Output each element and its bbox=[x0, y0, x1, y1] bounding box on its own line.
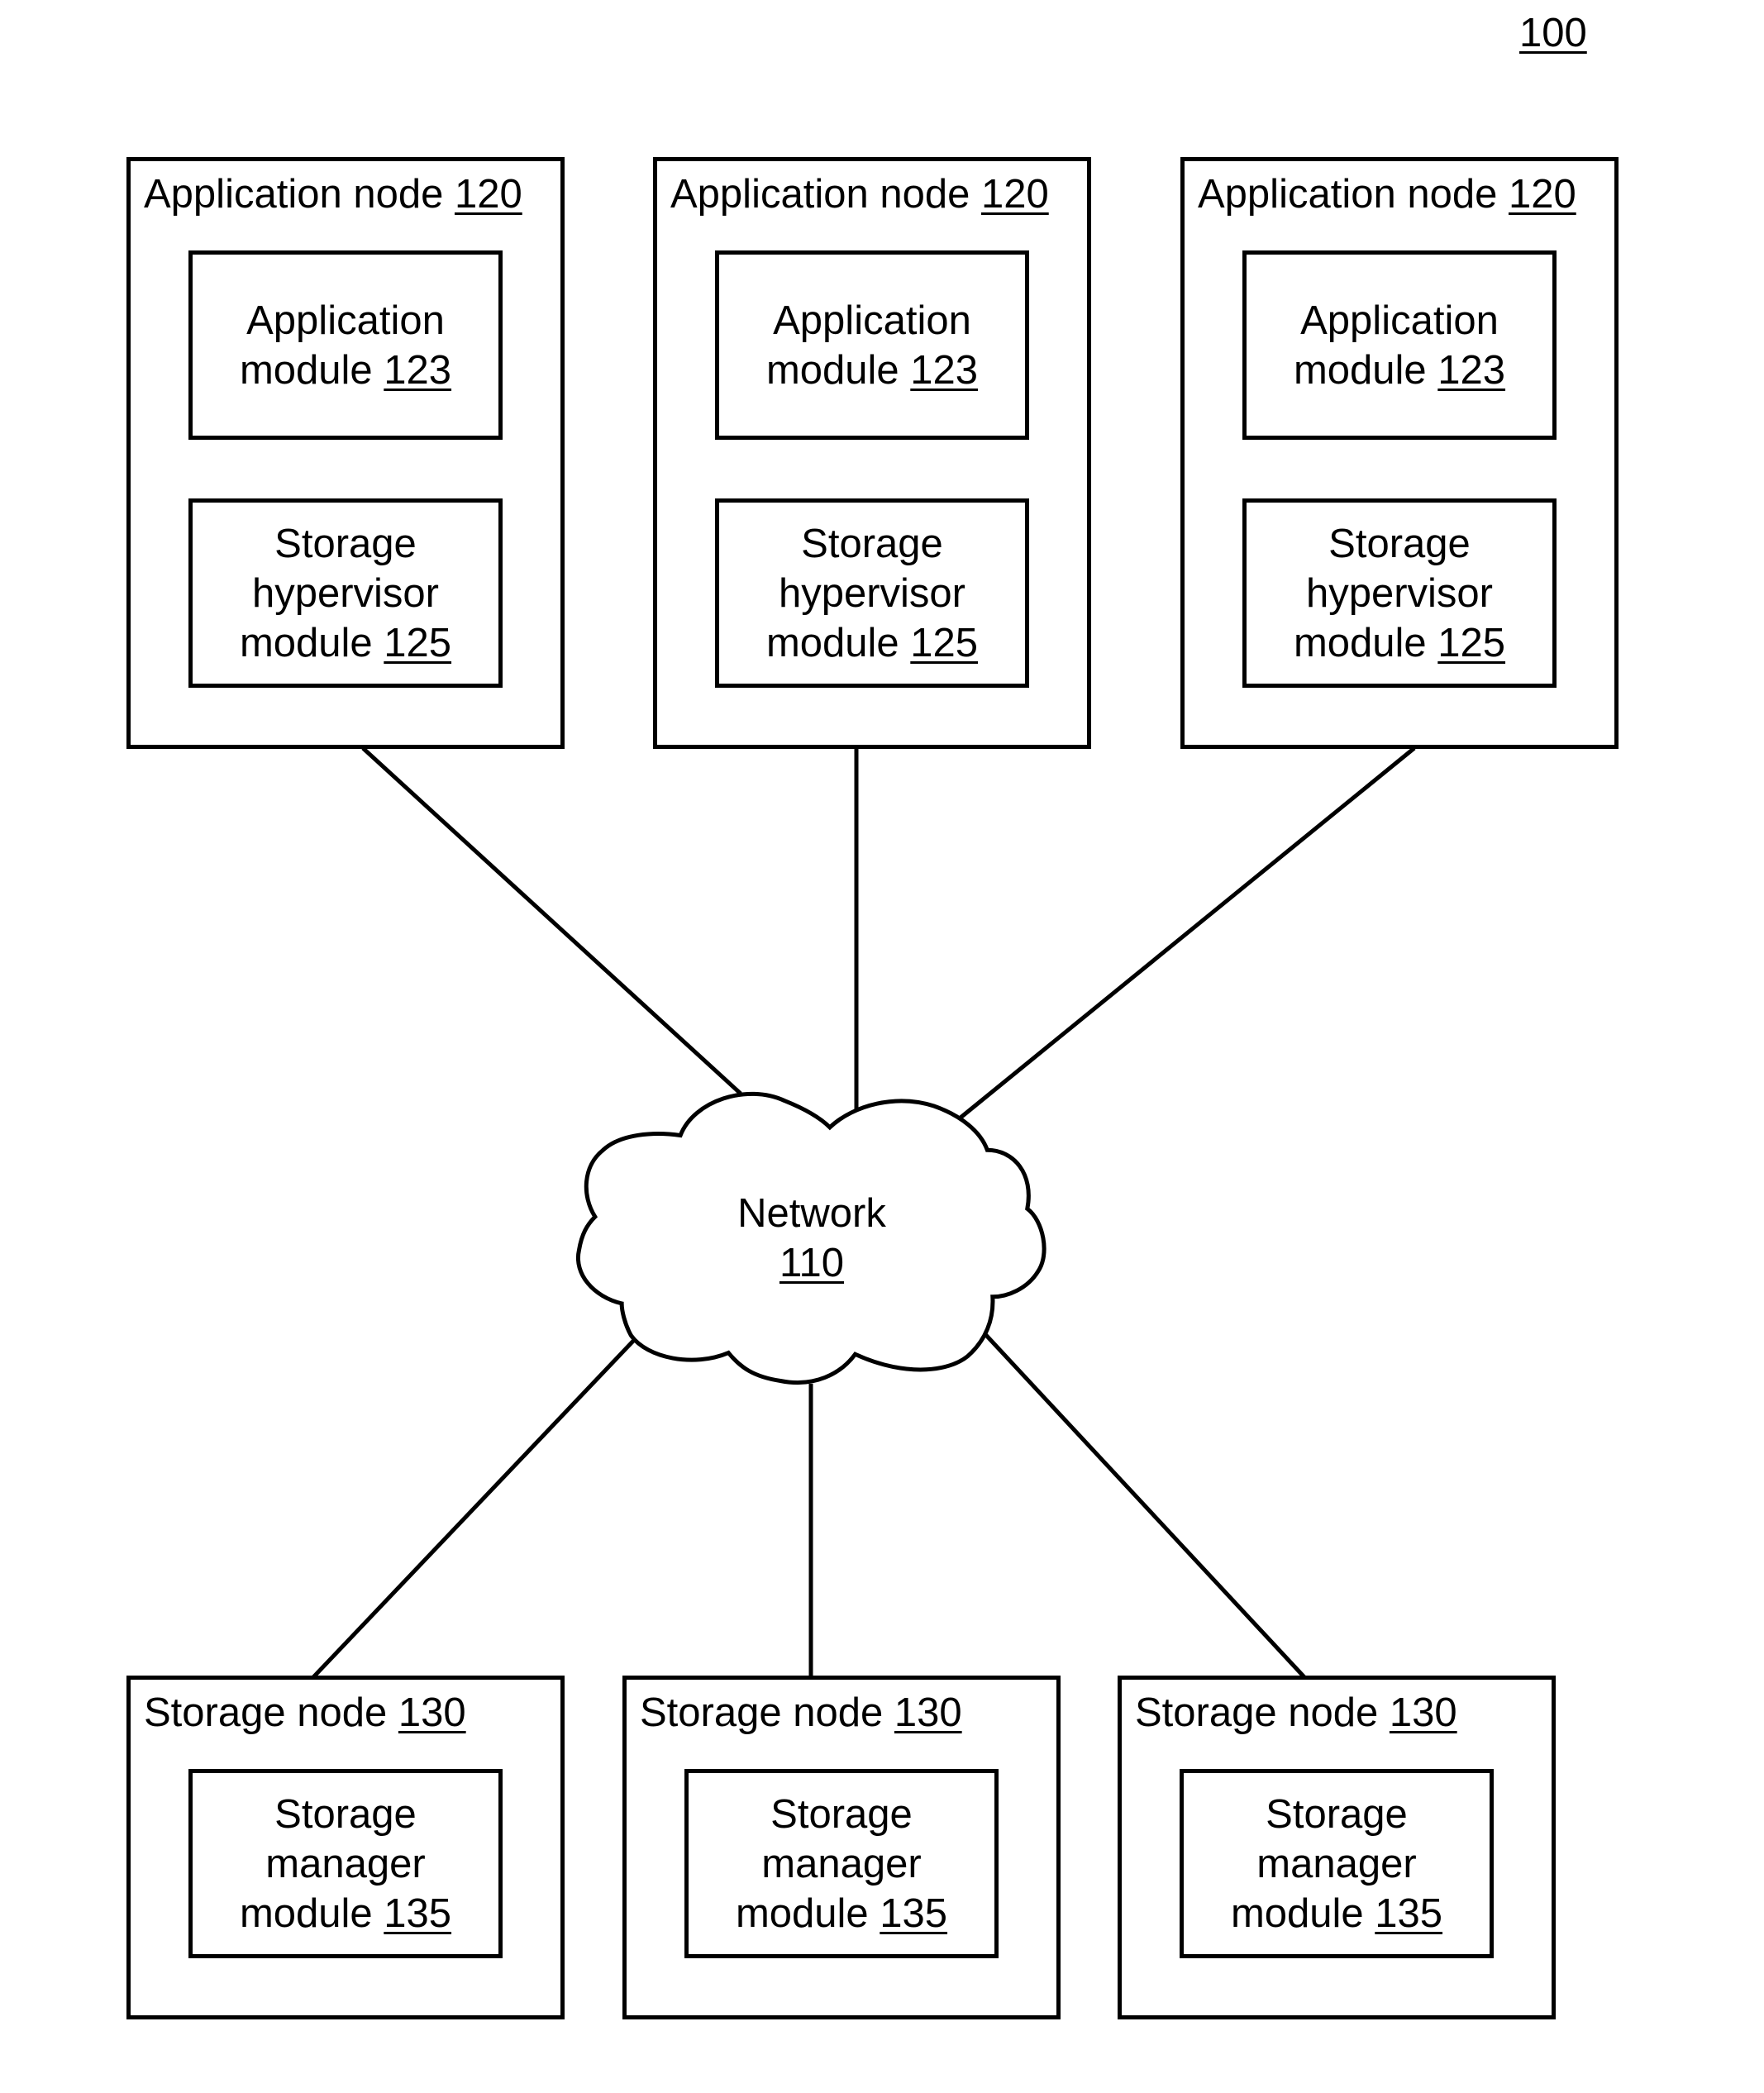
network-label: Network 110 bbox=[646, 1189, 977, 1288]
figure-reference: 100 bbox=[1519, 13, 1587, 54]
application-module-3[interactable]: Application module 123 bbox=[1242, 250, 1557, 440]
storage-node-title: Storage node 130 bbox=[144, 1690, 466, 1735]
network-ref-number: 110 bbox=[779, 1241, 845, 1285]
storage-hypervisor-module-1[interactable]: Storage hypervisor module 125 bbox=[188, 498, 503, 688]
application-node-title: Application node 120 bbox=[1198, 172, 1576, 217]
network-label-text: Network bbox=[737, 1191, 886, 1236]
application-node-title: Application node 120 bbox=[670, 172, 1049, 217]
storage-manager-module-3[interactable]: Storage manager module 135 bbox=[1180, 1769, 1494, 1958]
application-node-title: Application node 120 bbox=[144, 172, 522, 217]
figure-ref-number: 100 bbox=[1519, 11, 1587, 55]
link-app-node-1-network bbox=[361, 746, 742, 1095]
storage-node-title: Storage node 130 bbox=[640, 1690, 962, 1735]
link-network-storage-node-1 bbox=[312, 1335, 639, 1679]
application-module-2[interactable]: Application module 123 bbox=[715, 250, 1029, 440]
link-network-storage-node-3 bbox=[981, 1330, 1306, 1679]
storage-hypervisor-module-3[interactable]: Storage hypervisor module 125 bbox=[1242, 498, 1557, 688]
storage-manager-module-1[interactable]: Storage manager module 135 bbox=[188, 1769, 503, 1958]
application-module-1[interactable]: Application module 123 bbox=[188, 250, 503, 440]
link-app-node-3-network bbox=[959, 746, 1416, 1119]
storage-manager-module-2[interactable]: Storage manager module 135 bbox=[684, 1769, 999, 1958]
storage-hypervisor-module-2[interactable]: Storage hypervisor module 125 bbox=[715, 498, 1029, 688]
storage-node-title: Storage node 130 bbox=[1135, 1690, 1457, 1735]
